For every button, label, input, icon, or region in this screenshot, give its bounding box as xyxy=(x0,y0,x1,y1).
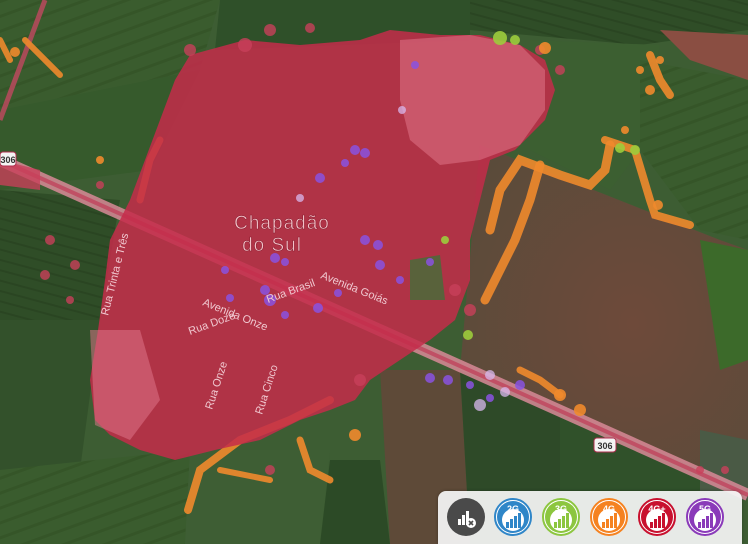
legend-4g-button[interactable]: 4G xyxy=(590,498,628,536)
legend-label: 5G xyxy=(698,504,712,514)
city-label-line1: Chapadão xyxy=(234,213,330,234)
legend-label: 2G xyxy=(506,504,520,514)
legend-4g-plus-button[interactable]: 4G+ xyxy=(638,498,676,536)
signal-off-icon xyxy=(458,511,476,528)
legend-label: 4G xyxy=(602,504,616,514)
city-label-line2: do Sul xyxy=(242,235,302,256)
legend-label: 4G+ xyxy=(648,504,666,514)
legend-5g-button[interactable]: 5G xyxy=(686,498,724,536)
network-legend: 2G 3G 4G 4G+ 5G xyxy=(438,491,742,544)
coverage-map[interactable]: Chapadão do Sul Rua Brasil Avenida Goiás… xyxy=(0,0,748,544)
legend-label: 3G xyxy=(554,504,568,514)
highway-shield-east: 306 xyxy=(593,437,617,453)
svg-text:306: 306 xyxy=(597,441,612,451)
legend-3g-button[interactable]: 3G xyxy=(542,498,580,536)
legend-2g-button[interactable]: 2G xyxy=(494,498,532,536)
toggle-all-networks-button[interactable] xyxy=(447,498,485,536)
svg-text:306: 306 xyxy=(0,155,15,165)
highway-shield-west: 306 xyxy=(0,151,17,167)
